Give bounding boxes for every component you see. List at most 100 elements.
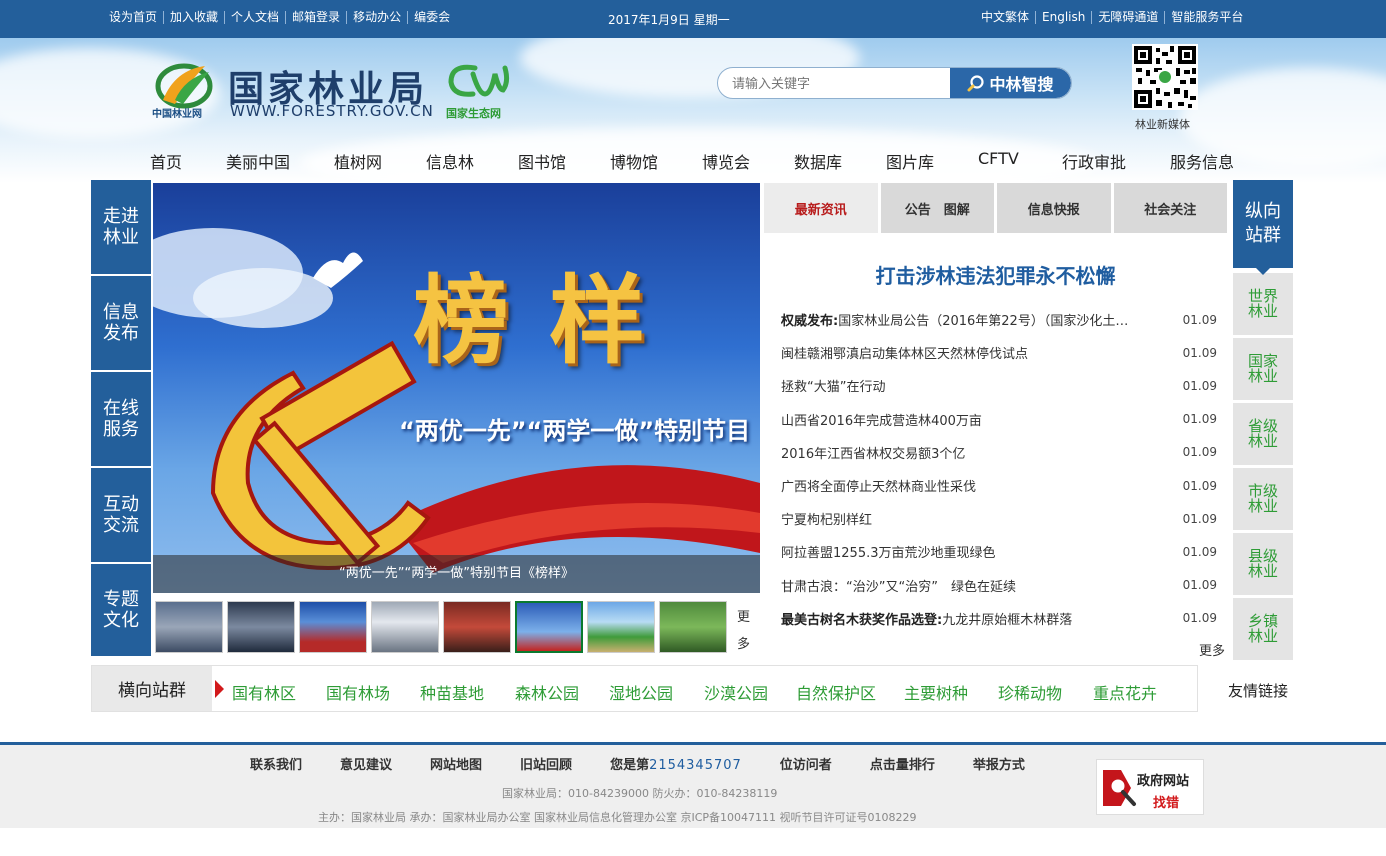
thumbnail[interactable] <box>155 601 223 653</box>
news-tabs: 最新资讯 公告 图解 信息快报 社会关注 <box>764 183 1227 233</box>
news-item[interactable]: 阿拉善盟1255.3万亩荒沙地重现绿色 01.09 <box>781 535 1217 568</box>
news-item[interactable]: 最美古树名木获奖作品选登:九龙井原始榧木林群落 01.09 <box>781 602 1217 635</box>
report-link[interactable]: 举报方式 <box>973 754 1025 773</box>
traditional-chinese-link[interactable]: 中文繁体 <box>975 11 1035 24</box>
nav-museum[interactable]: 博物馆 <box>610 149 702 173</box>
gov-site-error-badge[interactable]: 政府网站 找错 <box>1096 759 1204 815</box>
mail-login-link[interactable]: 邮箱登录 <box>285 11 346 24</box>
horizontal-sites-bar: 横向站群 国有林区 国有林场 种苗基地 森林公园 湿地公园 沙漠公园 自然保护区… <box>91 665 1198 712</box>
news-item-title: 甘肃古浪：“治沙”又“治穷” 绿色在延续 <box>781 579 1016 595</box>
tab-bulletin[interactable]: 信息快报 <box>997 183 1111 233</box>
nav-library[interactable]: 图书馆 <box>518 149 610 173</box>
tab-latest-news[interactable]: 最新资讯 <box>764 183 878 233</box>
featured-slider[interactable]: 榜样 “两优一先”“两学一做”特别节目 “两优一先”“两学一做”特别节目《榜样》 <box>153 183 760 593</box>
gov-badge-title: 政府网站 <box>1137 774 1190 789</box>
thumbnail[interactable] <box>371 601 439 653</box>
eco-network-logo-icon[interactable] <box>445 60 511 100</box>
contact-us-link[interactable]: 联系我们 <box>250 754 302 773</box>
sidebar-item-city-forestry[interactable]: 市级 林业 <box>1233 468 1293 530</box>
add-favorite-link[interactable]: 加入收藏 <box>163 11 224 24</box>
news-item[interactable]: 广西将全面停止天然林商业性采伐 01.09 <box>781 469 1217 502</box>
tab-announcements[interactable]: 公告 图解 <box>880 183 994 233</box>
friend-links[interactable]: 友情链接 <box>1228 680 1288 701</box>
gov-badge-subtitle: 找错 <box>1153 796 1180 811</box>
smart-service-link[interactable]: 智能服务平台 <box>1164 11 1249 24</box>
logo-small-text: 中国林业网 <box>152 109 202 120</box>
news-item-date: 01.09 <box>1182 578 1217 593</box>
accessibility-link[interactable]: 无障碍通道 <box>1091 11 1164 24</box>
site-header: 中国林业网 国家林业局 WWW.FORESTRY.GOV.CN 国家生态网 中林… <box>0 38 1386 183</box>
site-link[interactable]: 沙漠公园 <box>704 680 796 704</box>
editorial-board-link[interactable]: 编委会 <box>407 11 456 24</box>
news-item[interactable]: 拯救“大猫”在行动 01.09 <box>781 369 1217 402</box>
tab-social-focus[interactable]: 社会关注 <box>1113 183 1227 233</box>
news-headline[interactable]: 打击涉林违法犯罪永不松懈 <box>764 260 1227 289</box>
set-homepage-link[interactable]: 设为首页 <box>103 11 163 24</box>
thumbnail[interactable] <box>587 601 655 653</box>
thumbnail[interactable] <box>227 601 295 653</box>
news-item[interactable]: 2016年江西省林权交易额3个亿 01.09 <box>781 436 1217 469</box>
nav-cftv[interactable]: CFTV <box>978 149 1062 173</box>
thumbnail[interactable] <box>443 601 511 653</box>
site-footer: 联系我们 意见建议 网站地图 旧站回顾 您是第2154345707 位访问者 点击… <box>0 742 1386 828</box>
magnifier-icon <box>1103 770 1136 806</box>
nav-database[interactable]: 数据库 <box>794 149 886 173</box>
sidebar-item-township-forestry[interactable]: 乡镇 林业 <box>1233 598 1293 660</box>
site-link[interactable]: 主要树种 <box>904 680 998 704</box>
thumbnails-more-link[interactable]: 更多 <box>737 604 753 658</box>
sidebar-item-interaction[interactable]: 互动 交流 <box>91 468 151 562</box>
news-item[interactable]: 宁夏枸杞别样红 01.09 <box>781 502 1217 535</box>
thumbnail-active[interactable] <box>515 601 583 653</box>
sidebar-item-info-release[interactable]: 信息 发布 <box>91 276 151 370</box>
search-input[interactable] <box>732 68 952 98</box>
visitor-count: 2154345707 <box>649 758 742 773</box>
sidebar-item-special-topics[interactable]: 专题 文化 <box>91 564 151 656</box>
site-link[interactable]: 重点花卉 <box>1093 680 1163 704</box>
nav-admin-approval[interactable]: 行政审批 <box>1062 149 1170 173</box>
sidebar-item-county-forestry[interactable]: 县级 林业 <box>1233 533 1293 595</box>
nav-home[interactable]: 首页 <box>150 149 226 173</box>
site-link[interactable]: 国有林区 <box>232 680 326 704</box>
english-link[interactable]: English <box>1035 11 1091 24</box>
site-link[interactable]: 种苗基地 <box>420 680 515 704</box>
nav-expo[interactable]: 博览会 <box>702 149 794 173</box>
nav-gallery[interactable]: 图片库 <box>886 149 978 173</box>
nav-info-forest[interactable]: 信息林 <box>426 149 518 173</box>
sitemap-link[interactable]: 网站地图 <box>430 754 482 773</box>
mobile-office-link[interactable]: 移动办公 <box>346 11 407 24</box>
personal-docs-link[interactable]: 个人文档 <box>224 11 285 24</box>
thumbnail[interactable] <box>299 601 367 653</box>
click-ranking-link[interactable]: 点击量排行 <box>870 754 935 773</box>
nav-service-info[interactable]: 服务信息 <box>1170 149 1250 173</box>
site-link[interactable]: 国有林场 <box>326 680 420 704</box>
news-item-title: 拯救“大猫”在行动 <box>781 380 886 396</box>
sidebar-item-about-forestry[interactable]: 走进 林业 <box>91 180 151 274</box>
visitor-suffix: 位访问者 <box>779 758 832 773</box>
site-link[interactable]: 湿地公园 <box>609 680 704 704</box>
site-link[interactable]: 森林公园 <box>515 680 609 704</box>
qr-code-icon[interactable] <box>1132 44 1198 110</box>
news-item-date: 01.09 <box>1182 445 1217 460</box>
top-bar: 设为首页 加入收藏 个人文档 邮箱登录 移动办公 编委会 2017年1月9日 星… <box>0 0 1386 38</box>
news-item[interactable]: 甘肃古浪：“治沙”又“治穷” 绿色在延续 01.09 <box>781 569 1217 602</box>
nav-beautiful-china[interactable]: 美丽中国 <box>226 149 334 173</box>
thumbnail[interactable] <box>659 601 727 653</box>
news-item[interactable]: 山西省2016年完成营造林400万亩 01.09 <box>781 403 1217 436</box>
forestry-logo-icon[interactable] <box>155 60 213 110</box>
search-icon <box>967 75 985 92</box>
search-button[interactable]: 中林智搜 <box>950 68 1071 98</box>
slider-caption[interactable]: “两优一先”“两学一做”特别节目《榜样》 <box>153 555 760 593</box>
sidebar-item-online-service[interactable]: 在线 服务 <box>91 372 151 466</box>
main-nav: 首页 美丽中国 植树网 信息林 图书馆 博物馆 博览会 数据库 图片库 CFTV… <box>150 149 1250 173</box>
site-link[interactable]: 珍稀动物 <box>998 680 1093 704</box>
feedback-link[interactable]: 意见建议 <box>340 754 392 773</box>
sidebar-item-national-forestry[interactable]: 国家 林业 <box>1233 338 1293 400</box>
news-more-link[interactable]: 更多 <box>1199 640 1225 659</box>
old-site-link[interactable]: 旧站回顾 <box>520 754 572 773</box>
news-item[interactable]: 权威发布:国家林业局公告（2016年第22号）（国家沙化土… 01.09 <box>781 303 1217 336</box>
site-link[interactable]: 自然保护区 <box>796 680 904 704</box>
nav-tree-planting[interactable]: 植树网 <box>334 149 426 173</box>
sidebar-item-world-forestry[interactable]: 世界 林业 <box>1233 273 1293 335</box>
news-item[interactable]: 闽桂赣湘鄂滇启动集体林区天然林停伐试点 01.09 <box>781 336 1217 369</box>
sidebar-item-provincial-forestry[interactable]: 省级 林业 <box>1233 403 1293 465</box>
